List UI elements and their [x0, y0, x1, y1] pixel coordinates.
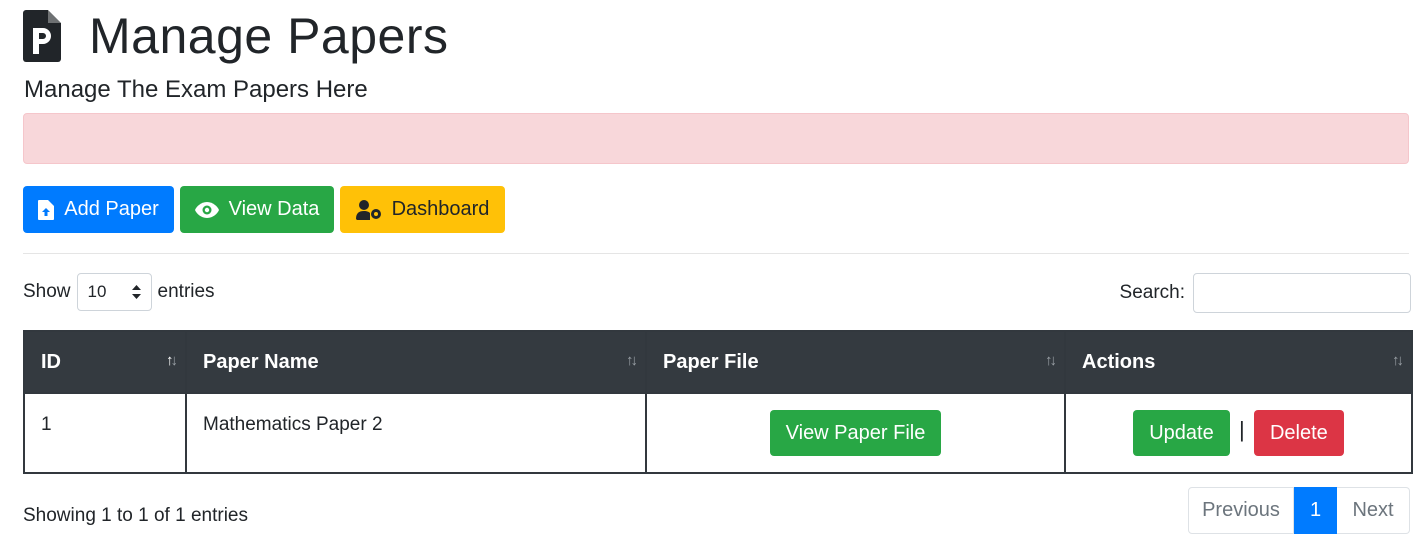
- page-title: Manage Papers: [89, 8, 449, 64]
- dashboard-label: Dashboard: [391, 198, 490, 220]
- page-header: Manage Papers: [23, 6, 449, 66]
- sort-icon: ↑↓: [166, 352, 178, 369]
- sort-icon: ↑↓: [1392, 352, 1404, 369]
- dashboard-button[interactable]: Dashboard: [340, 186, 505, 233]
- column-header-label: Actions: [1082, 350, 1156, 373]
- cell-actions: Update | Delete: [1064, 392, 1413, 474]
- column-header-label: ID: [41, 350, 61, 373]
- view-data-button[interactable]: View Data: [180, 186, 334, 233]
- sort-icon: ↑↓: [626, 352, 638, 369]
- page-1-button[interactable]: 1: [1294, 487, 1337, 534]
- delete-button[interactable]: Delete: [1253, 410, 1344, 456]
- papers-table: ID ↑↓ Paper Name ↑↓ Paper File ↑↓ Action…: [23, 330, 1413, 474]
- show-label: Show: [23, 281, 71, 302]
- update-button[interactable]: Update: [1133, 410, 1230, 456]
- add-paper-label: Add Paper: [64, 198, 159, 220]
- add-paper-button[interactable]: Add Paper: [23, 186, 174, 233]
- page: Manage Papers Manage The Exam Papers Her…: [0, 0, 1422, 558]
- entries-label: entries: [157, 281, 215, 302]
- column-header-label: Paper File: [663, 350, 759, 373]
- view-paper-file-button[interactable]: View Paper File: [769, 410, 942, 456]
- sort-icon: ↑↓: [1045, 352, 1057, 369]
- table-row: 1 Mathematics Paper 2 View Paper File Up…: [23, 392, 1413, 474]
- file-powerpoint-icon: [23, 10, 61, 62]
- eye-icon: [194, 201, 219, 218]
- search-input[interactable]: [1193, 273, 1411, 313]
- table-info: Showing 1 to 1 of 1 entries: [23, 505, 248, 526]
- entries-select[interactable]: 10: [76, 273, 152, 311]
- column-header-id[interactable]: ID ↑↓: [23, 330, 187, 394]
- divider: [23, 253, 1409, 254]
- pagination: Previous 1 Next: [1188, 487, 1410, 534]
- search-label: Search:: [1119, 282, 1185, 303]
- file-upload-icon: [38, 199, 55, 220]
- select-arrows-icon: [131, 285, 141, 299]
- user-cog-icon: [355, 199, 381, 220]
- column-header-actions[interactable]: Actions ↑↓: [1064, 330, 1413, 394]
- table-header-row: ID ↑↓ Paper Name ↑↓ Paper File ↑↓ Action…: [23, 330, 1413, 394]
- cell-paper-file: View Paper File: [645, 392, 1066, 474]
- cell-id: 1: [23, 392, 187, 474]
- column-header-paper-file[interactable]: Paper File ↑↓: [645, 330, 1066, 394]
- search-control: Search:: [1120, 273, 1411, 313]
- column-header-label: Paper Name: [203, 350, 319, 373]
- action-separator: |: [1238, 417, 1245, 442]
- entries-select-value: 10: [87, 282, 107, 301]
- column-header-paper-name[interactable]: Paper Name ↑↓: [185, 330, 647, 394]
- entries-length-control: Show 10 entries: [23, 272, 215, 312]
- previous-page-button[interactable]: Previous: [1188, 487, 1294, 534]
- page-subtitle: Manage The Exam Papers Here: [24, 76, 368, 103]
- view-data-label: View Data: [228, 198, 320, 220]
- alert-box: [23, 113, 1409, 164]
- next-page-button[interactable]: Next: [1337, 487, 1410, 534]
- cell-paper-name: Mathematics Paper 2: [185, 392, 647, 474]
